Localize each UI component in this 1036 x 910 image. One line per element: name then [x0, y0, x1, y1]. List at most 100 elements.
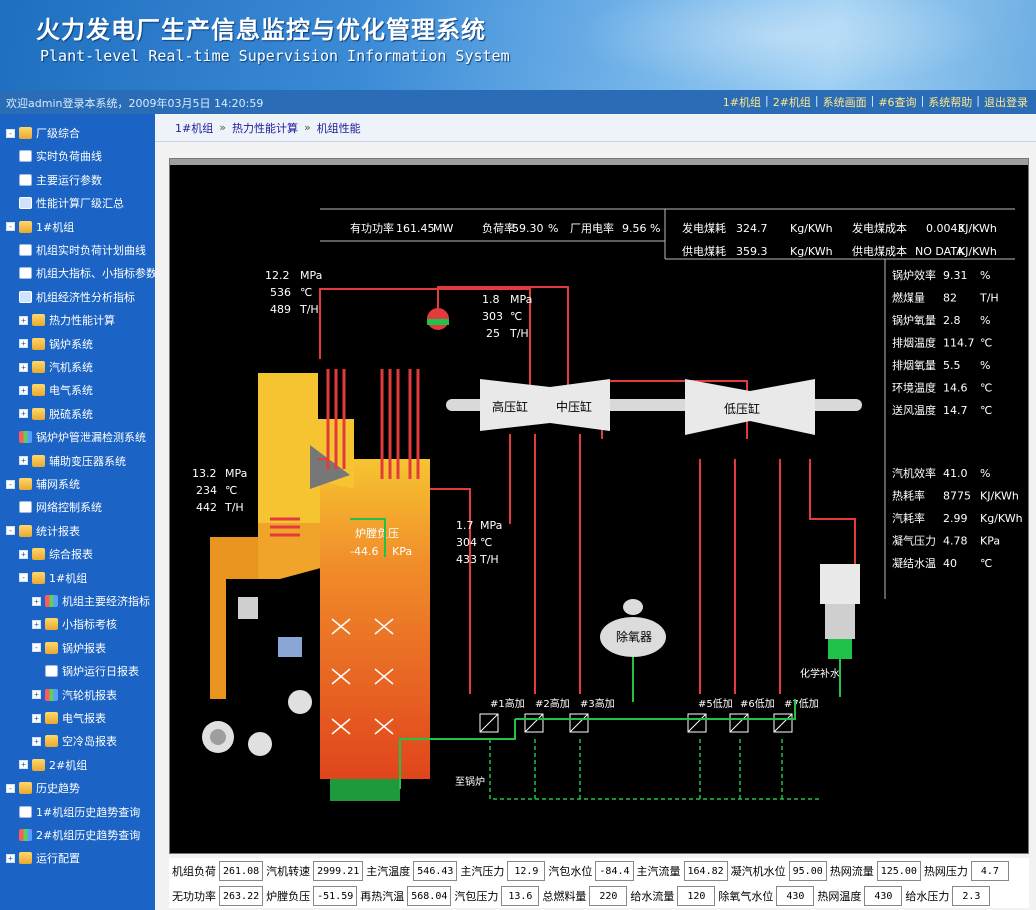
collapse-icon[interactable]: - — [6, 526, 15, 536]
sidebar-item-label: 空冷岛报表 — [62, 735, 117, 749]
expand-icon[interactable]: + — [19, 339, 28, 349]
expand-icon[interactable]: + — [19, 549, 28, 559]
sidebar-item[interactable]: + 机组主要经济指标 — [32, 590, 150, 612]
sidebar-item[interactable]: + 汽轮机报表 — [32, 684, 117, 706]
expand-icon[interactable]: + — [19, 409, 28, 419]
nav-system-link[interactable]: 系统画面 — [823, 94, 867, 110]
collapse-icon[interactable]: - — [32, 643, 41, 653]
param-label: 锅炉效率 — [892, 268, 936, 282]
bottom-param: 无功功率 263.22 — [169, 885, 264, 907]
expand-icon[interactable]: + — [32, 736, 41, 746]
expand-icon[interactable]: + — [19, 456, 28, 466]
param-unit: % — [980, 359, 990, 372]
sidebar-item[interactable]: 实时负荷曲线 — [19, 145, 102, 167]
sidebar-item[interactable]: 性能计算厂级汇总 — [19, 192, 124, 214]
sidebar-item[interactable]: - 1#机组 — [19, 567, 87, 589]
expand-icon[interactable]: + — [32, 713, 41, 723]
expand-icon[interactable]: + — [19, 385, 28, 395]
param-value: 2.8 — [943, 314, 961, 327]
nav-help-link[interactable]: 系统帮助 — [928, 94, 972, 110]
sidebar-item[interactable]: + 辅助变压器系统 — [19, 450, 126, 472]
svg-text:T/H: T/H — [509, 327, 529, 340]
sidebar-item[interactable]: + 空冷岛报表 — [32, 730, 117, 752]
sidebar-item-label: 热力性能计算 — [49, 314, 115, 328]
sidebar-item[interactable]: +2#机组 — [19, 754, 87, 776]
sidebar-item[interactable]: + 电气系统 — [19, 379, 93, 401]
expand-icon[interactable]: + — [32, 596, 41, 606]
expand-icon[interactable]: + — [32, 690, 41, 700]
sidebar-item[interactable]: 2#机组历史趋势查询 — [19, 824, 140, 846]
sidebar-item-label: 机组实时负荷计划曲线 — [36, 244, 146, 257]
sidebar-item[interactable]: 网络控制系统 — [19, 496, 102, 518]
expand-icon[interactable]: + — [19, 315, 28, 325]
expand-icon[interactable]: + — [32, 619, 41, 629]
hp-label: 高压缸 — [492, 399, 528, 414]
folder-icon — [32, 758, 45, 771]
sidebar-item[interactable]: - 厂级综合 — [6, 122, 80, 144]
bottom-param: 热网流量 125.00 — [827, 860, 921, 882]
power-value: 161.45 — [396, 222, 435, 235]
expand-icon[interactable]: + — [19, 362, 28, 372]
sidebar-item[interactable]: + 汽机系统 — [19, 356, 93, 378]
collapse-icon[interactable]: - — [6, 128, 15, 138]
sidebar-item[interactable]: - 锅炉报表 — [32, 637, 106, 659]
folder-icon — [32, 407, 45, 420]
bottom-param-label: 凝汽机水位 — [730, 865, 786, 878]
param-unit: ℃ — [980, 337, 992, 350]
sidebar-item-label: 统计报表 — [36, 524, 80, 538]
sidebar-item[interactable]: 机组实时负荷计划曲线 — [19, 239, 146, 261]
nav-unit1-link[interactable]: 1#机组 — [723, 94, 761, 110]
svg-text:433: 433 — [456, 553, 477, 566]
bottom-param-value: 13.6 — [501, 886, 540, 906]
folder-icon — [32, 571, 45, 584]
sidebar-item[interactable]: - 辅网系统 — [6, 473, 80, 495]
svg-text:MPa: MPa — [300, 269, 322, 282]
collapse-icon[interactable]: - — [6, 222, 15, 232]
gen-coal-value: 324.7 — [736, 222, 768, 235]
svg-text:T/H: T/H — [224, 501, 244, 514]
sidebar-item-label: 性能计算厂级汇总 — [36, 197, 124, 211]
sidebar-item[interactable]: 主要运行参数 — [19, 169, 102, 191]
breadcrumb-item[interactable]: 机组性能 — [317, 120, 361, 136]
bottom-param-value: 4.7 — [970, 861, 1009, 881]
sidebar-item[interactable]: + 运行配置 — [6, 847, 80, 869]
sidebar-item[interactable]: + 热力性能计算 — [19, 309, 115, 331]
collapse-icon[interactable]: - — [6, 479, 15, 489]
nav-logout-link[interactable]: 退出登录 — [984, 94, 1028, 110]
sidebar-item[interactable]: 机组经济性分析指标 — [19, 286, 135, 308]
expand-icon[interactable]: + — [6, 853, 15, 863]
sidebar-item-label: 汽轮机报表 — [62, 688, 117, 702]
svg-text:442: 442 — [196, 501, 217, 514]
nav-unit2-link[interactable]: 2#机组 — [773, 94, 811, 110]
sidebar-item[interactable]: 机组大指标、小指标参数 — [19, 262, 155, 284]
heater-label: #6低加 — [740, 697, 775, 710]
bottom-params: 机组负荷 261.08 汽机转速 2999.21 主汽温度 546.43 主汽压力 12.9 汽… — [169, 858, 1029, 908]
sidebar-item[interactable]: 锅炉运行日报表 — [45, 660, 139, 682]
sidebar-item[interactable]: + 综合报表 — [19, 543, 93, 565]
sidebar-item[interactable]: + 锅炉系统 — [19, 333, 93, 355]
sidebar-item[interactable]: - 历史趋势 — [6, 777, 80, 799]
sidebar-item[interactable]: 锅炉炉管泄漏检测系统 — [19, 426, 146, 448]
sidebar-item[interactable]: + 电气报表 — [32, 707, 106, 729]
app-title: 火力发电厂生产信息监控与优化管理系统 — [36, 16, 486, 44]
folder-icon — [32, 454, 45, 467]
nav-query-link[interactable]: #6查询 — [878, 94, 916, 110]
sidebar-item[interactable]: - 统计报表 — [6, 520, 80, 542]
sidebar-item-label: 辅助变压器系统 — [49, 454, 126, 468]
bottom-param-value: 120 — [677, 886, 716, 906]
sidebar-item[interactable]: + 脱硫系统 — [19, 403, 93, 425]
bottom-row: 无功功率 263.22 炉膛负压 -51.59 再热汽温 568.04 汽包压力 13.6 总燃… — [169, 884, 991, 908]
sidebar-item[interactable]: - 1#机组 — [6, 216, 74, 238]
load-unit: % — [548, 222, 558, 235]
breadcrumb-item[interactable]: 1#机组 — [175, 120, 213, 136]
bottom-param-value: 568.04 — [407, 886, 452, 906]
doc-icon — [19, 805, 32, 818]
collapse-icon[interactable]: - — [19, 573, 28, 583]
sidebar-item[interactable]: 1#机组历史趋势查询 — [19, 801, 140, 823]
expand-icon[interactable]: + — [19, 760, 28, 770]
collapse-icon[interactable]: - — [6, 783, 15, 793]
load-value: 59.30 — [512, 222, 544, 235]
breadcrumb-item[interactable]: 热力性能计算 — [232, 120, 298, 136]
sidebar-item[interactable]: + 小指标考核 — [32, 613, 117, 635]
sidebar-item-label: 脱硫系统 — [49, 407, 93, 421]
